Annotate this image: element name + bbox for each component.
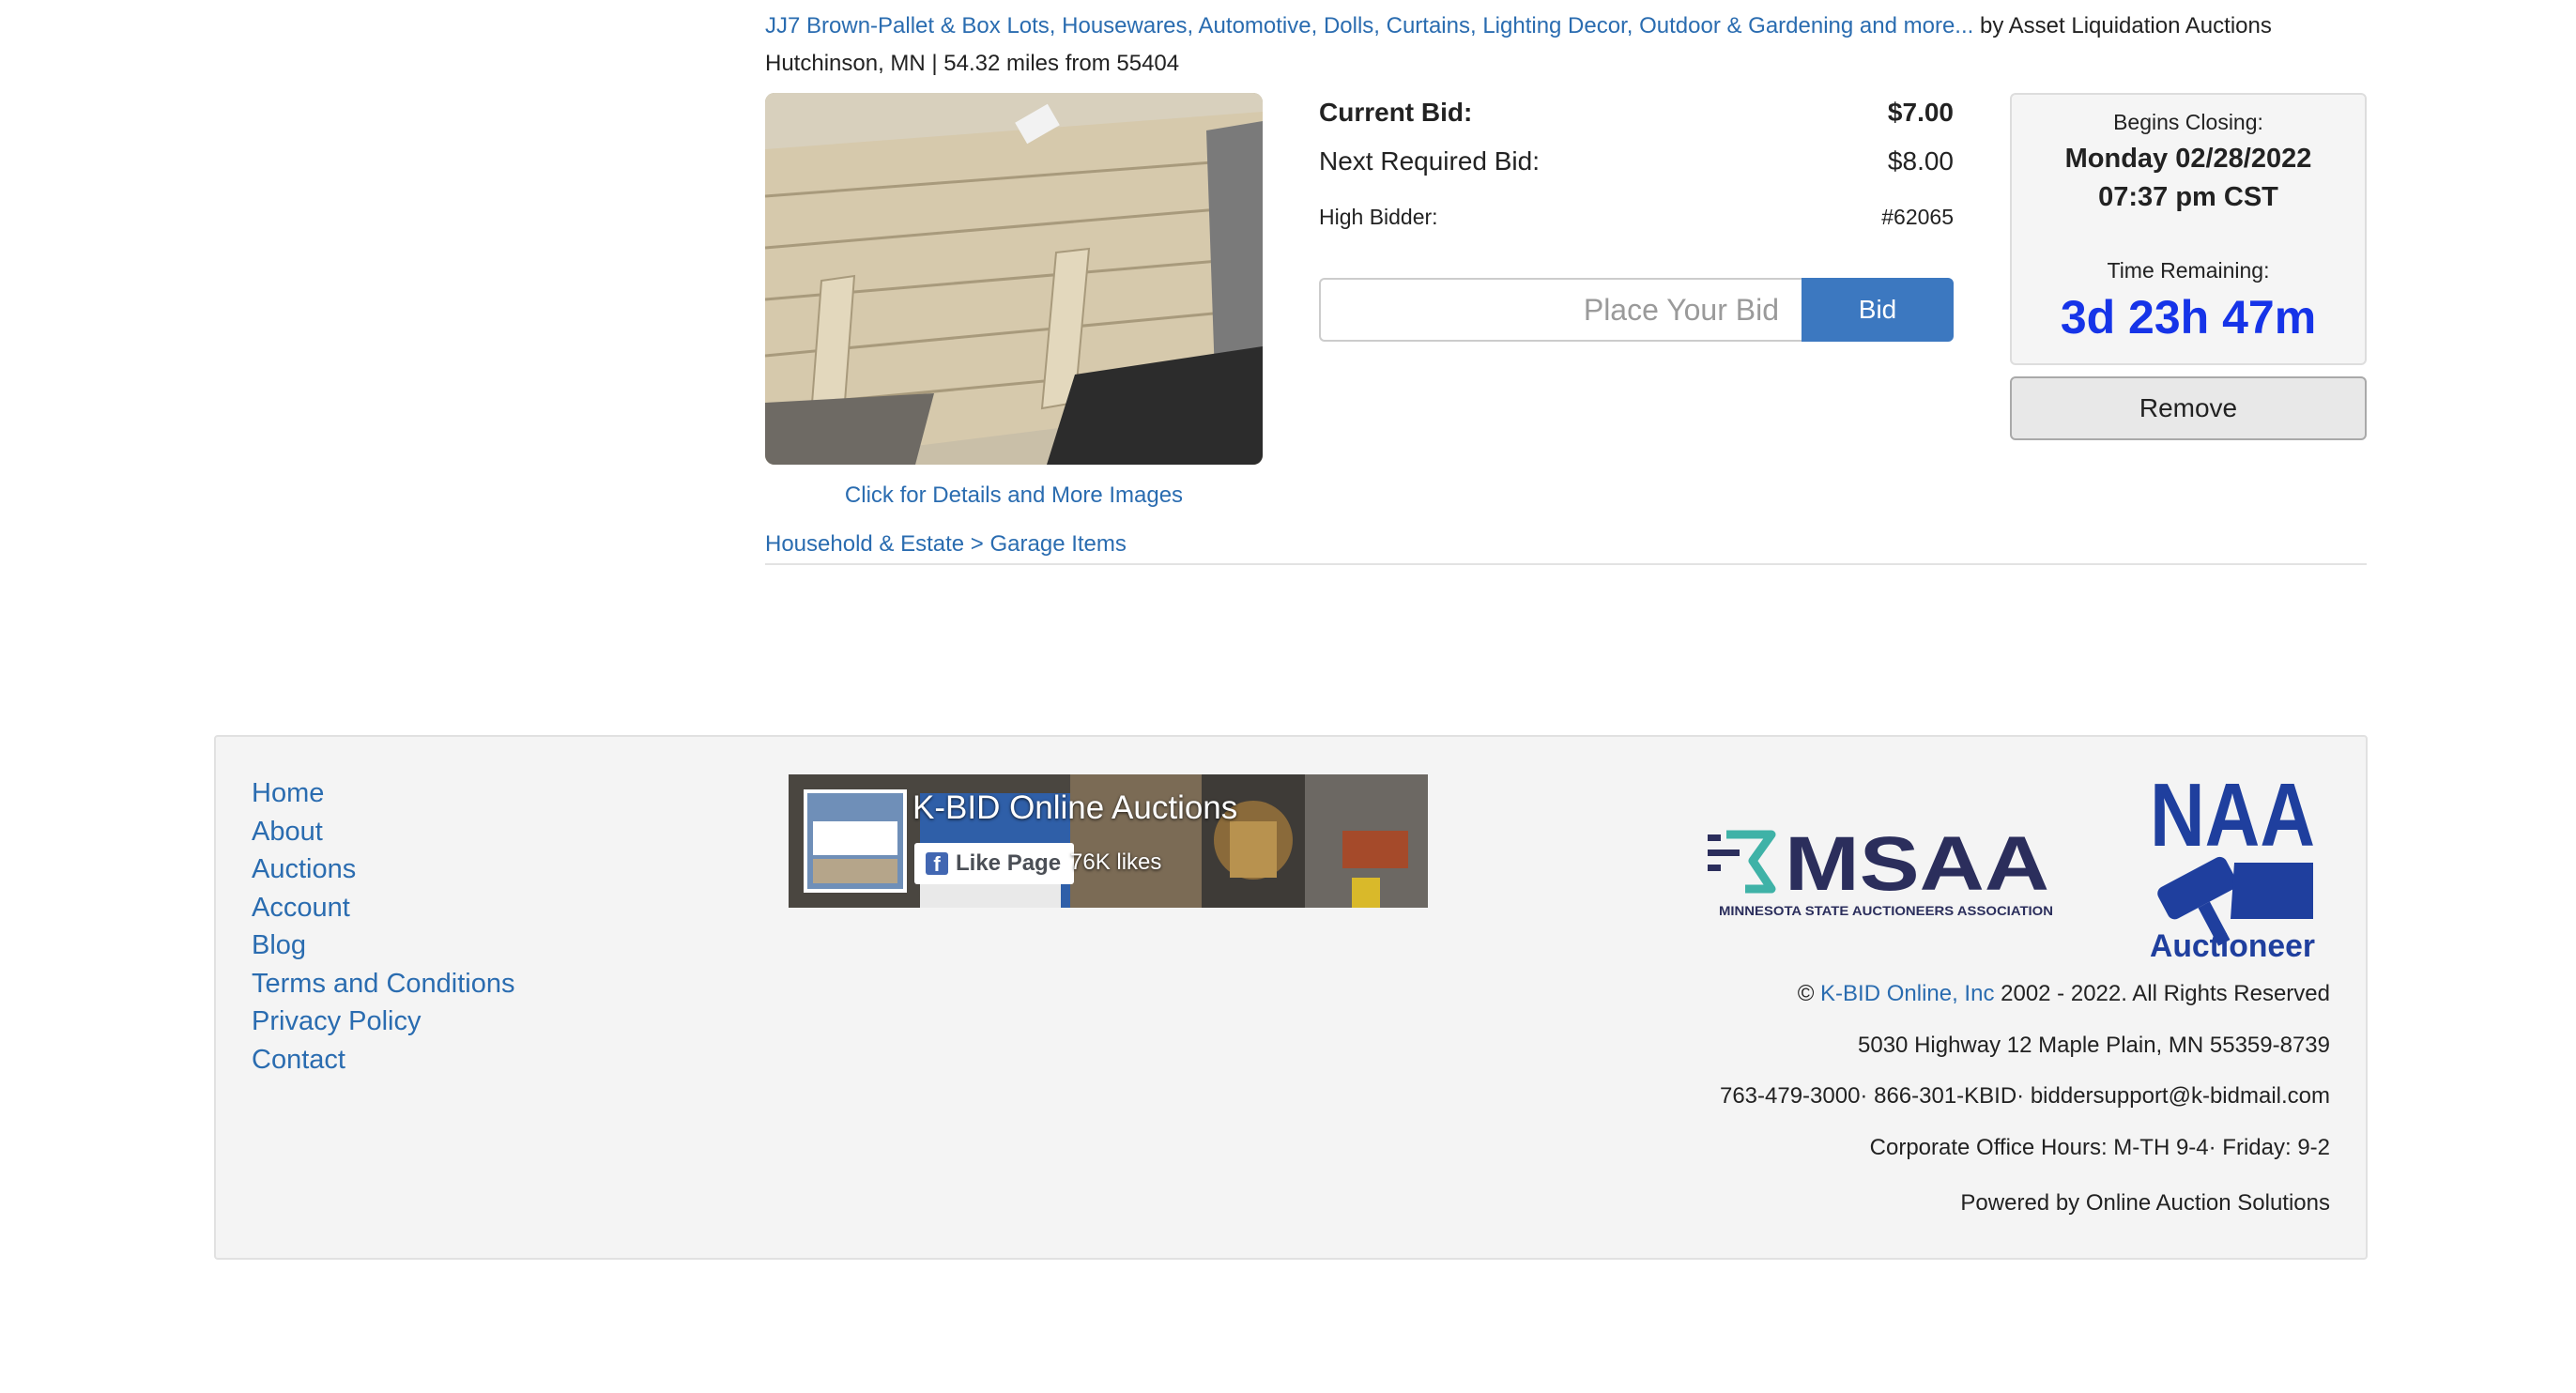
auctioneer-text: by Asset Liquidation Auctions bbox=[1973, 13, 2272, 38]
footer-link-blog[interactable]: Blog bbox=[252, 930, 306, 960]
facebook-likes-count: 76K likes bbox=[1070, 850, 1162, 875]
naa-auctioneer-logo: NAA Auctioneer bbox=[2140, 765, 2324, 964]
msaa-logo-graphic: MSAA MINNESOTA STATE AUCTIONEERS ASSOCIA… bbox=[1708, 821, 2053, 918]
time-remaining-value: 3d 23h 47m bbox=[2060, 291, 2317, 344]
svg-text:MSAA: MSAA bbox=[1785, 827, 2049, 907]
next-bid-value: $8.00 bbox=[1887, 146, 1954, 176]
footer-link-account[interactable]: Account bbox=[252, 893, 350, 923]
footer-link-privacy[interactable]: Privacy Policy bbox=[252, 1006, 422, 1036]
time-remaining-label: Time Remaining: bbox=[2107, 258, 2270, 283]
footer-link-contact[interactable]: Contact bbox=[252, 1045, 345, 1075]
footer-nav: Home About Auctions Account Blog Terms a… bbox=[252, 774, 514, 1079]
powered-by-link[interactable]: Powered by Online Auction Solutions bbox=[1960, 1190, 2330, 1217]
svg-text:Auctioneer: Auctioneer bbox=[2150, 928, 2315, 962]
current-bid-value: $7.00 bbox=[1887, 98, 1954, 127]
next-bid-row: Next Required Bid: $8.00 bbox=[1319, 146, 1954, 176]
closing-panel: Begins Closing: Monday 02/28/2022 07:37 … bbox=[2010, 93, 2367, 365]
high-bidder-label: High Bidder: bbox=[1319, 205, 1438, 229]
lot-image[interactable] bbox=[765, 93, 1263, 465]
lot-divider bbox=[765, 563, 2367, 565]
facebook-like-page-button[interactable]: f Like Page bbox=[914, 843, 1075, 884]
remove-button[interactable]: Remove bbox=[2010, 376, 2367, 440]
facebook-icon: f bbox=[926, 852, 948, 876]
facebook-page-widget[interactable]: K-BID Online Auctions f Like Page 76K li… bbox=[789, 774, 1428, 908]
closing-datetime: Monday 02/28/2022 07:37 pm CST bbox=[2012, 140, 2365, 217]
lot-title-line: JJ7 Brown-Pallet & Box Lots, Housewares,… bbox=[765, 13, 2272, 39]
bid-button[interactable]: Bid bbox=[1802, 278, 1954, 342]
category-breadcrumb-link[interactable]: Household & Estate > Garage Items bbox=[765, 531, 1127, 558]
company-contact-line: 763-479-3000· 866-301-KBID· biddersuppor… bbox=[1719, 1083, 2330, 1109]
svg-text:NAA: NAA bbox=[2150, 769, 2315, 865]
high-bidder-row: High Bidder: #62065 bbox=[1319, 205, 1954, 230]
bid-form: Bid bbox=[1319, 278, 1954, 342]
high-bidder-value: #62065 bbox=[1881, 205, 1954, 229]
facebook-page-title[interactable]: K-BID Online Auctions bbox=[912, 789, 1237, 827]
bid-amount-input[interactable] bbox=[1319, 278, 1802, 342]
like-page-label: Like Page bbox=[956, 850, 1062, 876]
current-bid-row: Current Bid: $7.00 bbox=[1319, 98, 1954, 128]
copyright-line: © K-BID Online, Inc 2002 - 2022. All Rig… bbox=[1798, 981, 2330, 1007]
office-hours: Corporate Office Hours: M-TH 9-4· Friday… bbox=[1869, 1135, 2330, 1160]
copyright-suffix: 2002 - 2022. All Rights Reserved bbox=[1994, 981, 2330, 1006]
lot-photo bbox=[765, 93, 1263, 465]
current-bid-label: Current Bid: bbox=[1319, 98, 1473, 127]
closing-time: 07:37 pm CST bbox=[2098, 182, 2278, 212]
lot-location: Hutchinson, MN | 54.32 miles from 55404 bbox=[765, 51, 1180, 76]
copyright-prefix: © bbox=[1797, 981, 1821, 1006]
facebook-page-thumbnail bbox=[804, 789, 907, 893]
company-link[interactable]: K-BID Online, Inc bbox=[1820, 981, 1994, 1006]
details-link[interactable]: Click for Details and More Images bbox=[765, 482, 1263, 509]
lot-title-link[interactable]: JJ7 Brown-Pallet & Box Lots, Housewares,… bbox=[765, 13, 1973, 38]
footer-link-about[interactable]: About bbox=[252, 817, 323, 847]
footer-link-home[interactable]: Home bbox=[252, 778, 324, 808]
msaa-logo: MSAA MINNESOTA STATE AUCTIONEERS ASSOCIA… bbox=[1708, 821, 2055, 921]
footer-link-terms[interactable]: Terms and Conditions bbox=[252, 969, 514, 999]
naa-logo-graphic: NAA Auctioneer bbox=[2150, 765, 2315, 964]
site-footer: Home About Auctions Account Blog Terms a… bbox=[214, 735, 2368, 1260]
svg-text:MINNESOTA STATE AUCTIONEERS AS: MINNESOTA STATE AUCTIONEERS ASSOCIATION bbox=[1719, 903, 2053, 918]
company-address: 5030 Highway 12 Maple Plain, MN 55359-87… bbox=[1858, 1033, 2330, 1058]
next-bid-label: Next Required Bid: bbox=[1319, 146, 1541, 176]
begins-closing-label: Begins Closing: bbox=[2113, 110, 2263, 134]
footer-link-auctions[interactable]: Auctions bbox=[252, 854, 356, 884]
kbid-logo-thumb bbox=[807, 793, 903, 889]
closing-date: Monday 02/28/2022 bbox=[2064, 144, 2312, 174]
